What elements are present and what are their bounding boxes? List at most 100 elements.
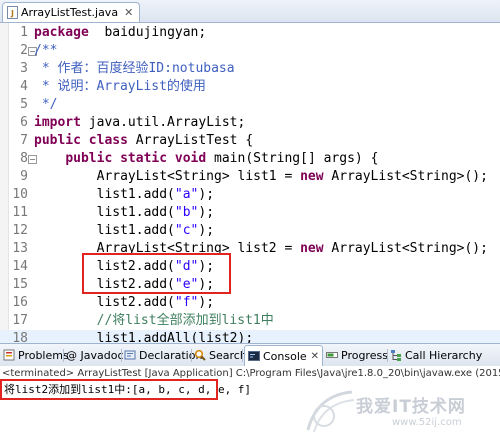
progress-icon xyxy=(326,352,338,358)
line-number: 16 xyxy=(12,295,28,310)
code-token: ArrayListTest { xyxy=(127,133,254,148)
code-token: ArrayList<String>(); xyxy=(323,241,488,256)
tab-problems[interactable]: Problems xyxy=(3,346,69,364)
code-token: /** xyxy=(34,43,58,58)
line-number: 14 xyxy=(12,259,28,274)
console-view[interactable]: <terminated> ArrayListTest [Java Applica… xyxy=(0,366,500,440)
code-token: main(String[] args) { xyxy=(206,151,379,166)
console-icon xyxy=(248,351,260,361)
code-line[interactable]: 2−/** xyxy=(0,42,500,60)
code-text: * 说明：ArrayList的使用 xyxy=(34,78,206,96)
line-number: 13 xyxy=(12,241,28,256)
code-line[interactable]: 13 ArrayList<String> list2 = new ArrayLi… xyxy=(0,240,500,258)
code-text: list1.add("c"); xyxy=(34,222,214,240)
code-text: //将list全部添加到list1中 xyxy=(34,312,274,330)
highlight-box-console xyxy=(0,379,218,400)
code-text: list2.add("f"); xyxy=(34,294,214,312)
code-token: list1.add( xyxy=(34,187,175,202)
line-number: 12 xyxy=(12,223,28,238)
declaration-icon xyxy=(124,350,136,360)
line-number: 8 xyxy=(20,151,28,166)
code-text: /** xyxy=(34,42,57,60)
code-text: import java.util.ArrayList; xyxy=(34,114,245,132)
close-icon[interactable]: ✕ xyxy=(311,351,319,362)
tab-divider xyxy=(191,349,192,362)
code-line[interactable]: 1 package baidujingyan; xyxy=(0,24,500,42)
line-number: 5 xyxy=(20,97,28,112)
tab-call-hierarchy[interactable]: Call Hierarchy xyxy=(390,346,482,364)
code-text: * 作者：百度经验ID:notubasa xyxy=(34,60,235,78)
code-token: new xyxy=(300,169,324,184)
code-token: import xyxy=(34,115,81,130)
code-text: public class ArrayListTest { xyxy=(34,132,253,150)
tab-progress-label: Progress xyxy=(341,348,388,362)
code-line[interactable]: 15 list2.add("e"); xyxy=(0,276,500,294)
code-line[interactable]: 12 list1.add("c"); xyxy=(0,222,500,240)
code-text: package baidujingyan; xyxy=(34,24,206,42)
code-line[interactable]: 3 * 作者：百度经验ID:notubasa xyxy=(0,60,500,78)
tab-search[interactable]: Search xyxy=(194,346,247,364)
java-file-icon: J xyxy=(7,6,18,19)
code-line[interactable]: 4 * 说明：ArrayList的使用 xyxy=(0,78,500,96)
code-text: list1.add("a"); xyxy=(34,186,214,204)
line-number: 7 xyxy=(20,133,28,148)
code-text: */ xyxy=(34,96,58,114)
tab-problems-label: Problems xyxy=(18,348,69,362)
code-line[interactable]: 6 import java.util.ArrayList; xyxy=(0,114,500,132)
code-line[interactable]: 7 public class ArrayListTest { xyxy=(0,132,500,150)
line-number: 9 xyxy=(20,169,28,184)
code-editor[interactable]: 1 package baidujingyan; 2−/** 3 * 作者：百度经验ID… xyxy=(0,23,500,418)
svg-text:J: J xyxy=(10,9,14,18)
problems-icon xyxy=(3,349,15,361)
code-line[interactable]: 17 //将list全部添加到list1中 xyxy=(0,312,500,330)
tab-divider xyxy=(121,349,122,362)
code-token: list2.add( xyxy=(34,295,175,310)
tab-javadoc-label: @ Javadoc xyxy=(66,348,124,362)
code-token: ArrayList<String> list1 = xyxy=(34,169,301,184)
code-token: "f" xyxy=(174,295,199,310)
code-token: ArrayList<String>(); xyxy=(323,169,488,184)
tab-divider xyxy=(63,349,64,362)
code-line[interactable]: 8− public static void main(String[] args… xyxy=(0,150,500,168)
line-number: 17 xyxy=(12,313,28,328)
code-line[interactable]: 10 list1.add("a"); xyxy=(0,186,500,204)
tab-progress[interactable]: Progress xyxy=(326,346,388,364)
editor-tab-bar: J ArrayListTest.java ✕ xyxy=(0,0,500,23)
code-text: public static void main(String[] args) { xyxy=(34,150,378,168)
call-hierarchy-icon xyxy=(391,350,401,361)
code-token: list1.add( xyxy=(34,205,175,220)
tab-console[interactable]: Console ✕ xyxy=(244,345,324,366)
code-line[interactable]: 11 list1.add("b"); xyxy=(0,204,500,222)
code-line[interactable]: 16 list2.add("f"); xyxy=(0,294,500,312)
code-line[interactable]: 9 ArrayList<String> list1 = new ArrayLis… xyxy=(0,168,500,186)
line-number: 1 xyxy=(20,25,28,40)
line-number: 3 xyxy=(20,61,28,76)
code-token: new xyxy=(300,241,324,256)
line-number: 11 xyxy=(12,205,28,220)
code-text: ArrayList<String> list1 = new ArrayList<… xyxy=(34,168,488,186)
code-line[interactable]: 5 */ xyxy=(0,96,500,114)
tab-javadoc[interactable]: @ Javadoc xyxy=(66,346,124,364)
code-token: "a" xyxy=(174,187,199,202)
code-token: ); xyxy=(198,295,215,310)
editor-tab-arraylisttest[interactable]: J ArrayListTest.java ✕ xyxy=(2,2,141,22)
code-token: * 作者：百度经验ID:notubasa xyxy=(34,61,235,76)
code-token: public static void xyxy=(65,151,207,166)
code-token: list1.add( xyxy=(34,223,175,238)
code-token: ); xyxy=(198,187,215,202)
line-number: 10 xyxy=(12,187,28,202)
code-line[interactable]: 14 list2.add("d"); xyxy=(0,258,500,276)
tab-call-hierarchy-label: Call Hierarchy xyxy=(405,348,483,362)
code-token: ); xyxy=(198,205,215,220)
code-token: public class xyxy=(34,133,128,148)
tab-console-label: Console xyxy=(263,349,307,363)
code-token: ); xyxy=(198,223,215,238)
code-token: "b" xyxy=(174,205,199,220)
editor-tab-label: ArrayListTest.java xyxy=(21,6,119,19)
highlight-box-addall xyxy=(82,253,231,294)
line-number: 4 xyxy=(20,79,28,94)
tab-divider xyxy=(387,349,388,362)
code-token: */ xyxy=(34,97,58,112)
close-icon[interactable]: ✕ xyxy=(124,6,133,19)
